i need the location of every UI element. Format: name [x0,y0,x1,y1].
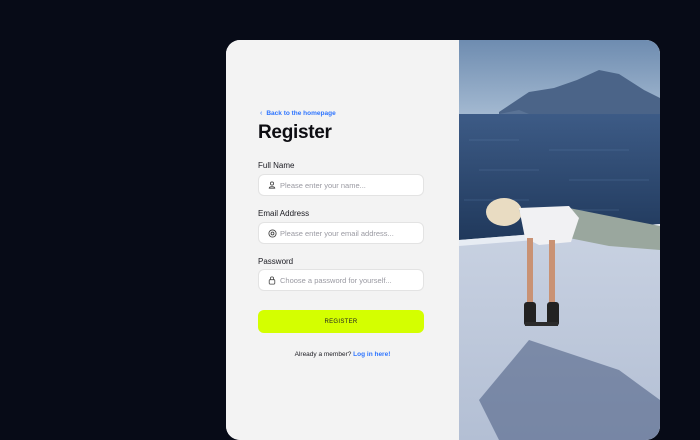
page-title: Register [258,122,332,143]
login-prompt-text: Already a member? [294,351,352,358]
login-link[interactable]: Log in here! [353,351,390,358]
email-field[interactable] [258,222,424,244]
full-name-label: Full Name [258,161,295,170]
register-button[interactable]: REGISTER [258,310,424,333]
lock-icon [267,275,277,285]
register-card: ‹ Back to the homepage Register Full Nam… [226,40,660,440]
full-name-input[interactable] [280,180,420,190]
password-field[interactable] [258,269,424,291]
login-prompt: Already a member? Log in here! [226,351,459,358]
hero-photo [459,40,660,440]
chevron-left-icon: ‹ [260,110,263,117]
email-label: Email Address [258,209,310,218]
password-label: Password [258,257,294,266]
back-to-homepage-link[interactable]: ‹ Back to the homepage [260,110,336,117]
password-input[interactable] [280,275,420,285]
user-icon [267,180,277,190]
back-link-label: Back to the homepage [266,110,336,117]
form-panel: ‹ Back to the homepage Register Full Nam… [226,40,459,440]
at-icon [267,228,277,238]
email-input[interactable] [280,228,420,238]
full-name-field[interactable] [258,174,424,196]
